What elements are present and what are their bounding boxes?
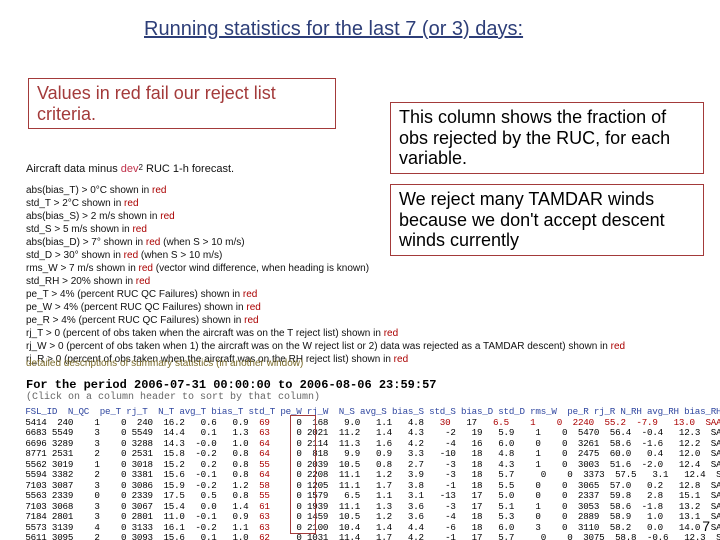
table-body: 5414 240 1 0 240 16.2 0.6 0.9 69 0 168 9…	[20, 418, 720, 540]
criteria-line: abs(bias_D) > 7° shown in red (when S > …	[26, 236, 625, 249]
criteria-line: std_D > 30° shown in red (when S > 10 m/…	[26, 249, 625, 262]
sort-hint: (Click on a column header to sort by tha…	[26, 392, 320, 403]
period-line: For the period 2006-07-31 00:00:00 to 20…	[26, 378, 436, 392]
caption-dev: dev	[121, 163, 139, 175]
criteria-line: rms_W > 7 m/s shown in red (vector wind …	[26, 262, 625, 275]
criteria-list: abs(bias_T) > 0°C shown in redstd_T > 2°…	[26, 184, 625, 366]
panel-caption: Aircraft data minus dev2 RUC 1-h forecas…	[26, 163, 234, 175]
criteria-line: std_RH > 20% shown in red	[26, 275, 625, 288]
criteria-line: std_S > 5 m/s shown in red	[26, 223, 625, 236]
criteria-line: abs(bias_S) > 2 m/s shown in red	[26, 210, 625, 223]
criteria-line: pe_W > 4% (percent RUC QC Failures) show…	[26, 301, 625, 314]
table-row: 5611 3095 2 0 3093 15.6 0.1 1.0 62 0 103…	[20, 533, 720, 540]
criteria-line: pe_R > 4% (percent RUC QC Failures) show…	[26, 314, 625, 327]
criteria-line: rj_T > 0 (percent of obs taken when the …	[26, 327, 625, 340]
callout-column-desc: This column shows the fraction of obs re…	[390, 102, 704, 174]
criteria-line: pe_T > 4% (percent RUC QC Failures) show…	[26, 288, 625, 301]
page-title[interactable]: Running statistics for the last 7 (or 3)…	[144, 18, 523, 41]
table-header[interactable]: FSL_ID N_QC pe_T rj_T N_T avg_T bias_T s…	[20, 406, 720, 417]
detail-link[interactable]: detailed descriptions of summary statist…	[26, 358, 303, 369]
caption-pre: Aircraft data minus	[26, 163, 121, 175]
criteria-line: abs(bias_T) > 0°C shown in red	[26, 184, 625, 197]
highlight-box-pew	[290, 415, 316, 534]
caption-post: RUC 1-h forecast.	[143, 163, 234, 175]
criteria-line: rj_W > 0 (percent of obs taken when 1) t…	[26, 340, 625, 353]
criteria-line: std_T > 2°C shown in red	[26, 197, 625, 210]
page-number: 7	[702, 518, 710, 534]
callout-reject-criteria: Values in red fail our reject list crite…	[28, 78, 336, 129]
